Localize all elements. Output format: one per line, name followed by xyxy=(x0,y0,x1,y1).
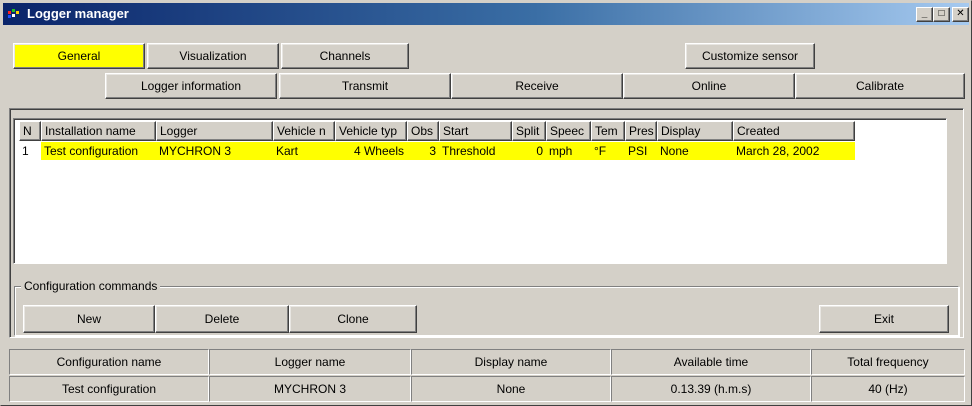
status-available-time: 0.13.39 (h.m.s) xyxy=(611,376,811,402)
status-header-available-time: Available time xyxy=(611,349,811,375)
tab-transmit[interactable]: Transmit xyxy=(279,73,451,99)
column-header-installation-name[interactable]: Installation name xyxy=(41,121,156,141)
status-header-total-frequency: Total frequency xyxy=(811,349,965,375)
column-header-start[interactable]: Start xyxy=(439,121,512,141)
status-display-name: None xyxy=(411,376,611,402)
tab-channels[interactable]: Channels xyxy=(281,43,409,69)
cell-start: Threshold xyxy=(439,142,512,160)
tab-general[interactable]: General xyxy=(13,43,145,69)
cell-logger: MYCHRON 3 xyxy=(156,142,273,160)
window-title: Logger manager xyxy=(27,6,129,21)
status-header-configuration-name: Configuration name xyxy=(9,349,209,375)
column-header-split[interactable]: Split xyxy=(512,121,546,141)
cell-installation-name: Test configuration xyxy=(41,142,156,160)
minimize-button[interactable]: _ xyxy=(916,7,933,22)
column-header-created[interactable]: Created xyxy=(733,121,855,141)
cell-vehicle-type: 4 Wheels xyxy=(335,142,407,160)
logger-manager-window: Logger manager _ □ ✕ General Visualizati… xyxy=(0,0,972,406)
cell-created: March 28, 2002 xyxy=(733,142,855,160)
close-button[interactable]: ✕ xyxy=(952,7,969,22)
configuration-commands-label: Configuration commands xyxy=(21,279,161,293)
cell-n: 1 xyxy=(19,142,41,160)
column-header-display[interactable]: Display xyxy=(657,121,733,141)
app-icon xyxy=(8,9,19,18)
minimize-icon: _ xyxy=(921,8,928,19)
status-configuration-name: Test configuration xyxy=(9,376,209,402)
status-header-display-name: Display name xyxy=(411,349,611,375)
tab-calibrate[interactable]: Calibrate xyxy=(795,73,965,99)
tab-logger-information[interactable]: Logger information xyxy=(105,73,277,99)
column-header-pressure[interactable]: Pres xyxy=(625,121,657,141)
status-total-frequency: 40 (Hz) xyxy=(811,376,965,402)
cell-pressure: PSI xyxy=(625,142,657,160)
column-header-vehicle-type[interactable]: Vehicle typ xyxy=(335,121,407,141)
tab-receive[interactable]: Receive xyxy=(451,73,623,99)
column-header-vehicle-name[interactable]: Vehicle n xyxy=(273,121,335,141)
maximize-button[interactable]: □ xyxy=(933,7,950,22)
cell-obs: 3 xyxy=(407,142,439,160)
column-header-speed[interactable]: Speec xyxy=(546,121,591,141)
cell-speed: mph xyxy=(546,142,591,160)
close-icon: ✕ xyxy=(956,8,965,19)
exit-button[interactable]: Exit xyxy=(819,305,949,333)
column-header-n[interactable]: N xyxy=(19,121,41,141)
tab-visualization[interactable]: Visualization xyxy=(147,43,279,69)
column-header-obs[interactable]: Obs xyxy=(407,121,439,141)
maximize-icon: □ xyxy=(938,8,945,19)
configurations-list[interactable]: N Installation name Logger Vehicle n Veh… xyxy=(13,118,947,264)
customize-sensor-button[interactable]: Customize sensor xyxy=(685,43,815,69)
status-header-logger-name: Logger name xyxy=(209,349,411,375)
cell-display: None xyxy=(657,142,733,160)
status-logger-name: MYCHRON 3 xyxy=(209,376,411,402)
title-bar[interactable]: Logger manager _ □ ✕ xyxy=(3,3,969,25)
cell-temperature: °F xyxy=(591,142,625,160)
cell-vehicle-name: Kart xyxy=(273,142,335,160)
tab-online[interactable]: Online xyxy=(623,73,795,99)
column-header-logger[interactable]: Logger xyxy=(156,121,273,141)
cell-split: 0 xyxy=(512,142,546,160)
new-button[interactable]: New xyxy=(23,305,155,333)
column-header-temperature[interactable]: Tem xyxy=(591,121,625,141)
clone-button[interactable]: Clone xyxy=(289,305,417,333)
delete-button[interactable]: Delete xyxy=(155,305,289,333)
